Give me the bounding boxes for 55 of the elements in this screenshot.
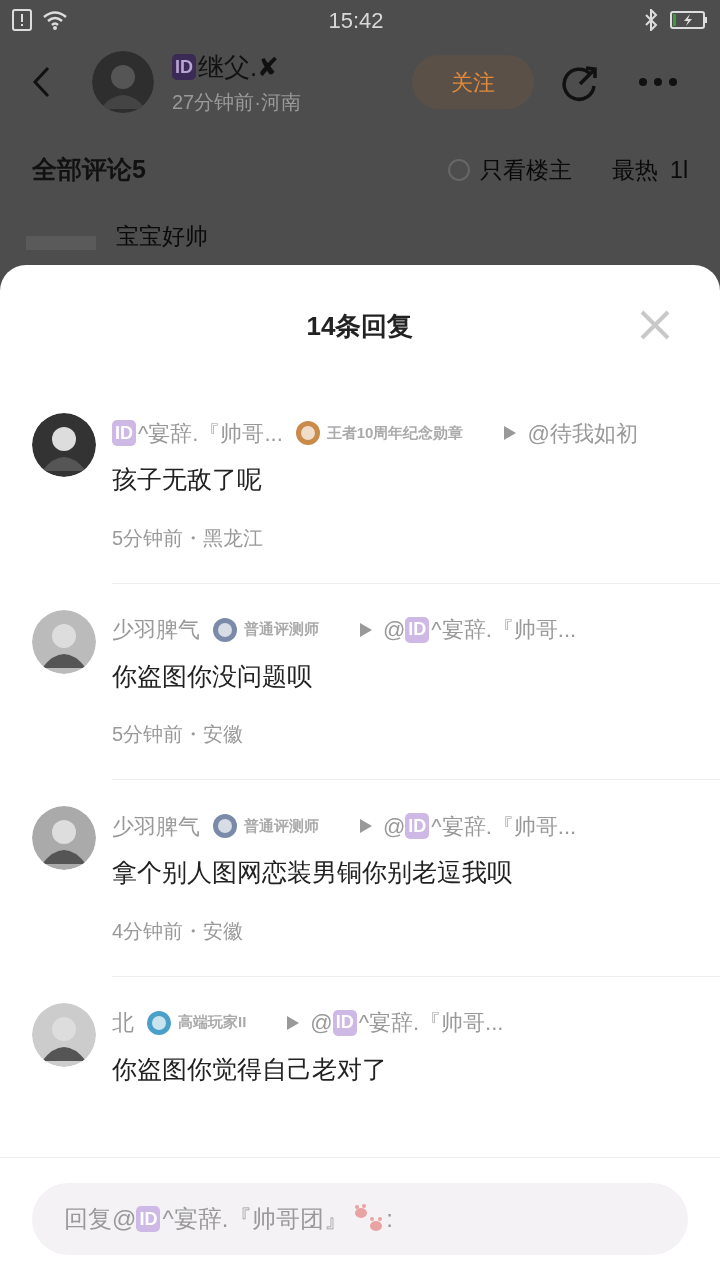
status-time: 15:42 [328, 6, 384, 35]
back-icon[interactable] [32, 66, 50, 98]
reply-meta: 4分钟前・安徽 [112, 918, 245, 944]
battery-icon [670, 10, 708, 30]
sort-option[interactable]: 1l [670, 152, 688, 188]
id-badge: ID [332, 1009, 357, 1036]
reply-target[interactable]: ^宴辞.『帅哥... [358, 1006, 504, 1039]
sheet-title: 14条回复 [306, 309, 414, 343]
reply-meta: 5分钟前・黑龙江 [112, 525, 265, 551]
medal-label: 普通评测师 [244, 619, 319, 640]
only-op-label[interactable]: 只看楼主 [480, 152, 573, 188]
author-name: 继父.✘ [198, 50, 280, 84]
reply-text: 孩子无敌了呢 [112, 464, 263, 495]
reply-arrow-icon [359, 621, 373, 638]
close-icon[interactable] [640, 310, 670, 340]
user-name[interactable]: 少羽脾气 [112, 809, 200, 843]
reply-text: 你盗图你没问题呗 [112, 660, 313, 692]
medal-label: 高端玩家II [178, 1012, 247, 1033]
wifi-icon [42, 10, 68, 30]
post-meta: 27分钟前·河南 [172, 89, 302, 115]
id-badge: ID [136, 1206, 161, 1232]
reply-text: 你盗图你觉得自己老对了 [112, 1053, 388, 1085]
id-badge: ID [405, 813, 430, 839]
user-name[interactable]: ^宴辞.『帅哥... [138, 416, 283, 450]
at-sign: @ [383, 616, 406, 644]
only-op-checkbox[interactable] [448, 159, 471, 181]
reply-target[interactable]: ^宴辞.『帅哥... [431, 613, 577, 646]
comment-text: 宝宝好帅 [116, 222, 208, 250]
sim-icon [12, 9, 32, 31]
reply-meta: 5分钟前・安徽 [112, 722, 245, 747]
medal-label: 王者10周年纪念勋章 [326, 422, 464, 443]
medal-icon [212, 813, 238, 839]
id-badge: ID [112, 420, 136, 446]
reply-text: 拿个别人图网恋装男铜你别老逗我呗 [112, 857, 513, 888]
medal-icon [212, 616, 238, 643]
bluetooth-icon [644, 9, 658, 31]
more-icon[interactable] [638, 77, 678, 87]
reply-target[interactable]: ^宴辞.『帅哥... [431, 809, 577, 843]
at-sign: @ [383, 812, 406, 841]
user-name[interactable]: 北 [112, 1006, 134, 1039]
reply-input-field[interactable]: 回复@ID ^宴辞.『帅哥团』 : [32, 1183, 688, 1255]
at-sign: @ [310, 1009, 333, 1037]
follow-button[interactable]: 关注 [412, 55, 534, 109]
medal-icon [146, 1009, 172, 1036]
medal-label: 普通评测师 [244, 815, 319, 836]
reply-arrow-icon [359, 818, 373, 834]
sort-option[interactable]: 最热 [612, 152, 659, 188]
id-badge: ID [172, 54, 196, 80]
comments-title: 全部评论5 [32, 154, 146, 186]
reply-target[interactable]: @待我如初 [527, 416, 638, 450]
user-name[interactable]: 少羽脾气 [112, 613, 200, 646]
id-badge: ID [405, 616, 430, 643]
reply-arrow-icon [503, 425, 518, 441]
reply-arrow-icon [286, 1014, 301, 1031]
medal-icon [294, 420, 321, 446]
